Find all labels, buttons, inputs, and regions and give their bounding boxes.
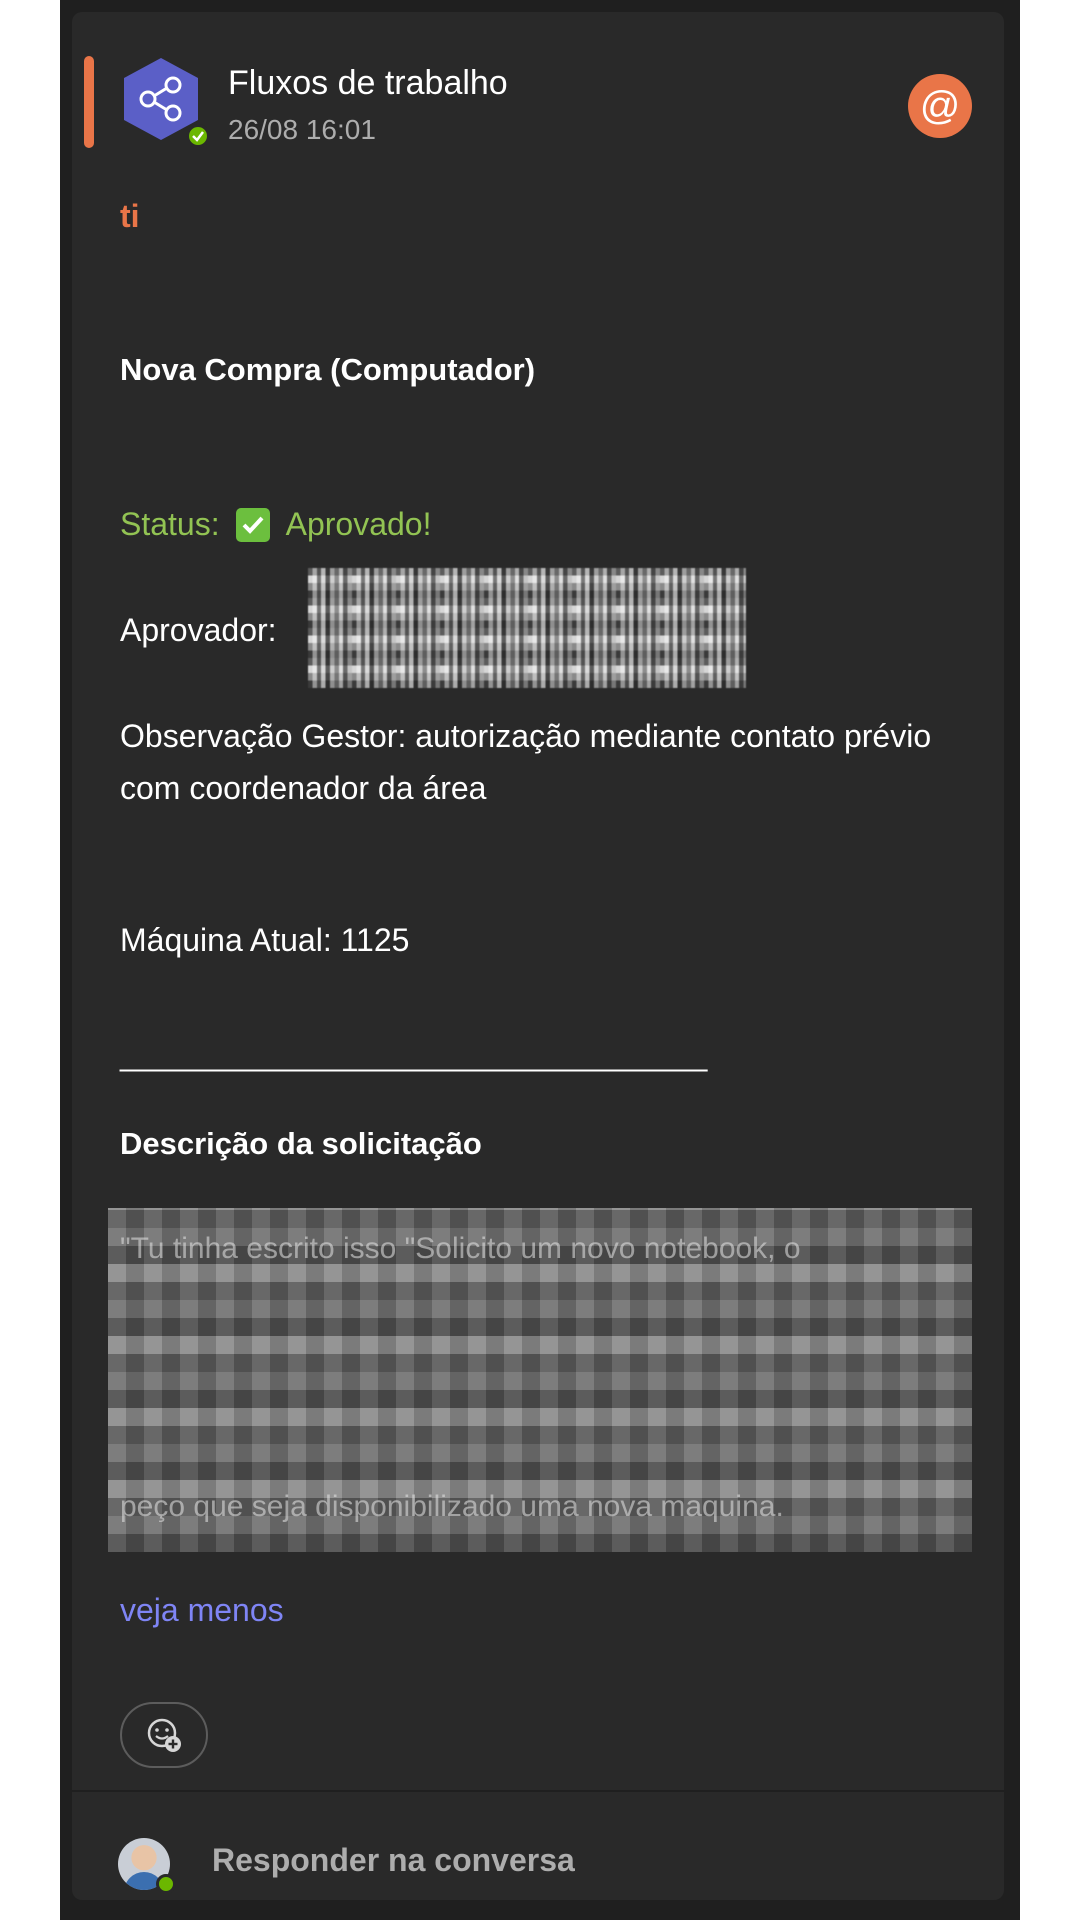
mention-tag[interactable]: ti [120, 198, 140, 235]
see-less-link[interactable]: veja menos [120, 1592, 284, 1629]
available-status-icon [186, 124, 210, 148]
reply-divider [72, 1790, 1004, 1792]
add-reaction-button[interactable] [120, 1702, 208, 1768]
at-mention-icon: @ [908, 74, 972, 138]
reply-input[interactable]: Responder na conversa [212, 1842, 575, 1879]
check-mark-icon [235, 507, 270, 542]
redacted-approver-name [308, 568, 746, 688]
redacted-description: "Tu tinha escrito isso "Solicito um novo… [108, 1208, 972, 1552]
status-line: Status: Aprovado! [120, 506, 431, 543]
description-first-line: "Tu tinha escrito isso "Solicito um novo… [120, 1232, 801, 1265]
approver-label: Aprovador: [120, 612, 277, 648]
teams-chat-pane: Fluxos de trabalho 26/08 16:01 @ ti Nova… [60, 0, 1020, 1920]
approver-line: Aprovador: [120, 604, 277, 656]
description-last-line: peço que seja disponibilizado uma nova m… [120, 1490, 784, 1523]
message-card: Fluxos de trabalho 26/08 16:01 @ ti Nova… [72, 12, 1004, 1900]
mention-accent-bar [84, 56, 94, 148]
current-machine: Máquina Atual: 1125 [120, 922, 410, 958]
status-value: Aprovado! [285, 506, 432, 542]
emoji-add-icon [147, 1718, 181, 1752]
status-label: Status: [120, 506, 220, 542]
message-timestamp: 26/08 16:01 [228, 114, 376, 145]
sender-name[interactable]: Fluxos de trabalho [228, 64, 508, 103]
separator-line: _________________________________ [120, 1036, 708, 1072]
description-title: Descrição da solicitação [120, 1126, 482, 1161]
user-available-status-icon [156, 1874, 176, 1894]
manager-observation: Observação Gestor: autorização mediante … [120, 718, 932, 806]
message-title: Nova Compra (Computador) [120, 352, 536, 387]
